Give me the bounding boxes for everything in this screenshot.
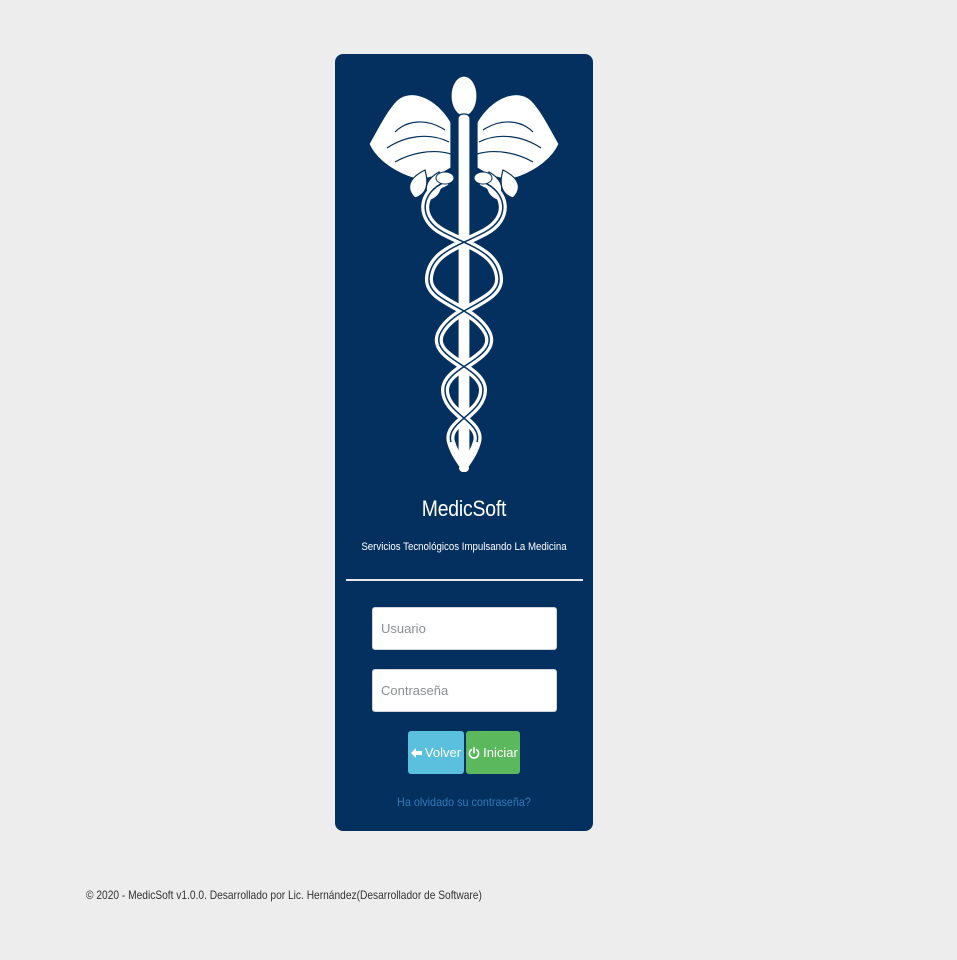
caduceus-icon [368,75,560,472]
username-input[interactable] [372,607,557,650]
start-button-label: Iniciar [483,745,518,760]
login-card: MedicSoft Servicios Tecnológicos Impulsa… [335,54,593,831]
brand-title: MedicSoft [421,496,507,521]
forgot-password-link[interactable]: Ha olvidado su contraseña? [348,795,580,809]
back-button-label: Volver [424,745,462,760]
divider [346,579,583,581]
back-button[interactable]: Volver [408,731,464,774]
power-icon [468,746,480,759]
footer-text: © 2020 - MedicSoft v1.0.0. Desarrollado … [86,888,482,902]
arrow-left-icon [410,747,422,758]
start-button[interactable]: Iniciar [466,731,520,774]
brand-tagline: Servicios Tecnológicos Impulsando La Med… [361,541,567,553]
password-input[interactable] [372,669,557,712]
